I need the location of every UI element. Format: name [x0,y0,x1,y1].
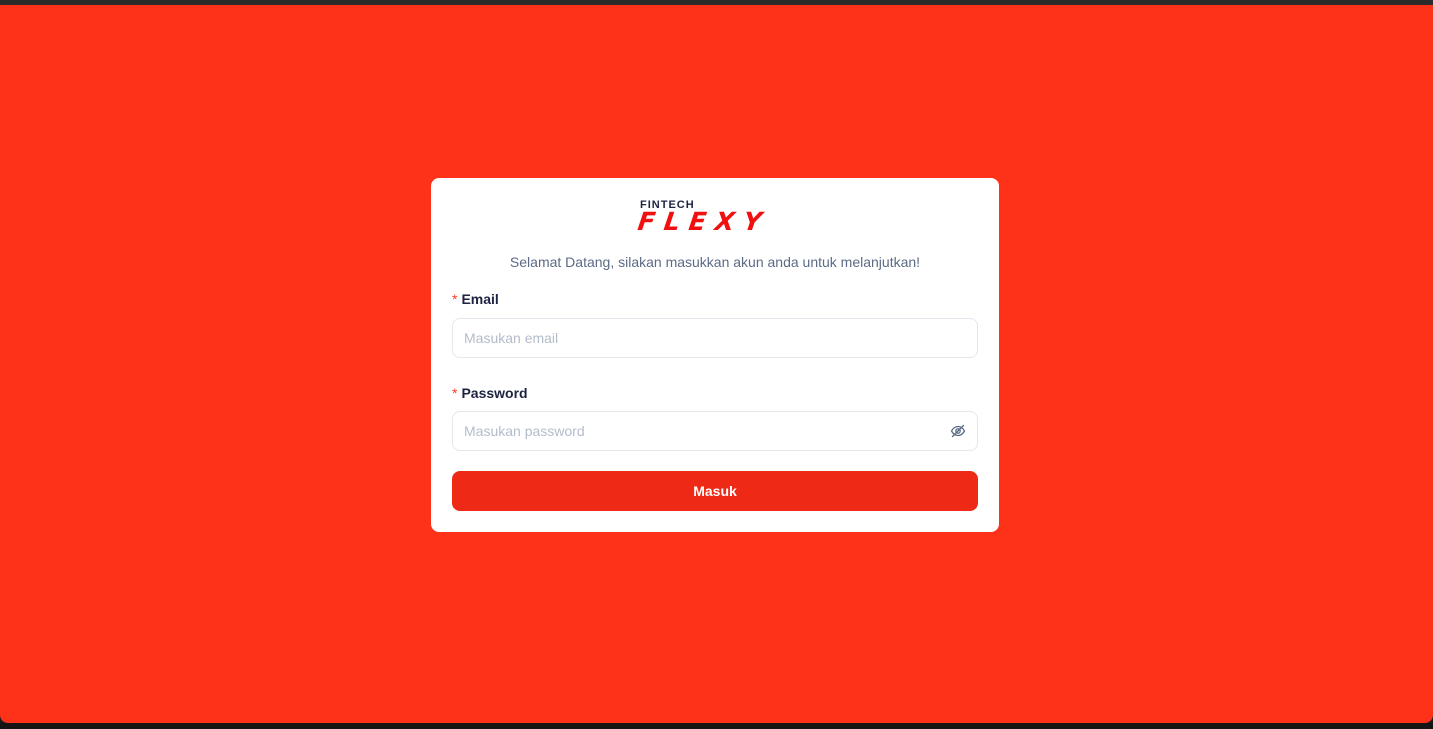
password-field-wrapper [452,411,978,451]
window-bottom-bar [0,723,1433,729]
email-label: * Email [452,290,499,308]
email-label-text: Email [461,291,499,307]
password-input[interactable] [464,412,934,450]
password-label-text: Password [461,385,528,401]
login-button[interactable]: Masuk [452,471,978,511]
login-card: FINTECH FLEXY Selamat Datang, silakan ma… [431,178,999,532]
welcome-message: Selamat Datang, silakan masukkan akun an… [509,254,921,270]
eye-off-icon[interactable] [950,423,966,439]
email-field-wrapper [452,318,978,358]
required-mark: * [452,291,458,307]
login-page-background: FINTECH FLEXY Selamat Datang, silakan ma… [0,5,1433,723]
brand-logo: FINTECH FLEXY [636,198,792,236]
password-label: * Password [452,384,528,402]
email-input[interactable] [464,319,934,357]
required-mark: * [452,385,458,401]
logo-flexy-text: FLEXY [636,207,773,236]
